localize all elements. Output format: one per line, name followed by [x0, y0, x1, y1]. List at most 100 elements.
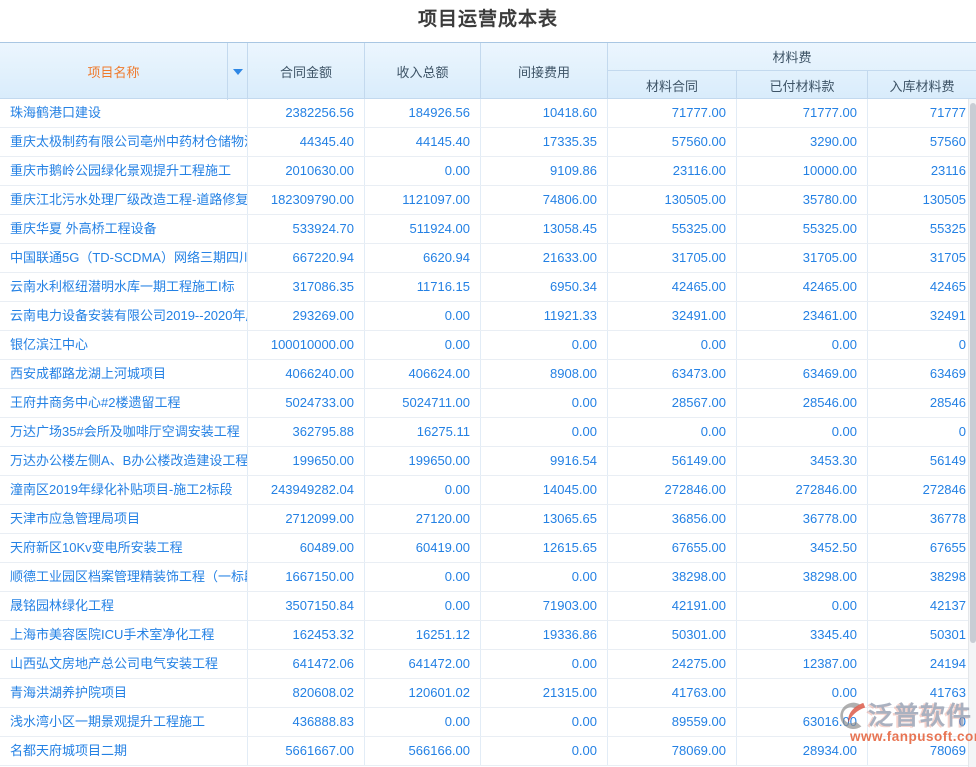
amount-cell: 63469 — [868, 360, 976, 388]
table-row: 天府新区10Kv变电所安装工程60489.0060419.0012615.656… — [0, 534, 976, 563]
amount-cell: 36778.00 — [737, 505, 868, 533]
amount-cell: 28546 — [868, 389, 976, 417]
amount-cell: 1667150.00 — [248, 563, 365, 591]
amount-cell: 13058.45 — [481, 215, 608, 243]
amount-cell: 199650.00 — [365, 447, 481, 475]
amount-cell: 317086.35 — [248, 273, 365, 301]
amount-cell: 820608.02 — [248, 679, 365, 707]
amount-cell: 42465.00 — [737, 273, 868, 301]
amount-cell: 0 — [868, 418, 976, 446]
table-row: 重庆江北污水处理厂级改造工程-道路修复182309790.001121097.0… — [0, 186, 976, 215]
amount-cell: 272846.00 — [737, 476, 868, 504]
table-row: 上海市美容医院ICU手术室净化工程162453.3216251.1219336.… — [0, 621, 976, 650]
table-row: 万达广场35#会所及咖啡厅空调安装工程362795.8816275.110.00… — [0, 418, 976, 447]
column-header-material-contract: 材料合同 — [608, 71, 737, 100]
project-name-link[interactable]: 浅水湾小区一期景观提升工程施工 — [0, 708, 248, 736]
table-row: 山西弘文房地产总公司电气安装工程641472.06641472.000.0024… — [0, 650, 976, 679]
amount-cell: 436888.83 — [248, 708, 365, 736]
project-name-link[interactable]: 西安成都路龙湖上河城项目 — [0, 360, 248, 388]
amount-cell: 36856.00 — [608, 505, 737, 533]
table-row: 浅水湾小区一期景观提升工程施工436888.830.000.0089559.00… — [0, 708, 976, 737]
table-row: 珠海鹤港口建设2382256.56184926.5610418.6071777.… — [0, 99, 976, 128]
amount-cell: 71903.00 — [481, 592, 608, 620]
table-row: 晟铭园林绿化工程3507150.840.0071903.0042191.000.… — [0, 592, 976, 621]
amount-cell: 42465.00 — [608, 273, 737, 301]
project-name-link[interactable]: 名都天府城项目二期 — [0, 737, 248, 765]
project-name-link[interactable]: 银亿滨江中心 — [0, 331, 248, 359]
amount-cell: 56149.00 — [608, 447, 737, 475]
amount-cell: 4066240.00 — [248, 360, 365, 388]
amount-cell: 23461.00 — [737, 302, 868, 330]
amount-cell: 89559.00 — [608, 708, 737, 736]
table-row: 重庆太极制药有限公司亳州中药材仓储物流44345.4044145.4017335… — [0, 128, 976, 157]
amount-cell: 67655.00 — [608, 534, 737, 562]
project-name-link[interactable]: 珠海鹤港口建设 — [0, 99, 248, 127]
amount-cell: 566166.00 — [365, 737, 481, 765]
vertical-scrollbar-thumb[interactable] — [970, 103, 976, 643]
column-header-contract-amount: 合同金额 — [248, 43, 365, 100]
project-name-link[interactable]: 重庆太极制药有限公司亳州中药材仓储物流 — [0, 128, 248, 156]
amount-cell: 1121097.00 — [365, 186, 481, 214]
project-name-link[interactable]: 王府井商务中心#2楼遗留工程 — [0, 389, 248, 417]
amount-cell: 31705.00 — [737, 244, 868, 272]
amount-cell: 406624.00 — [365, 360, 481, 388]
amount-cell: 0.00 — [365, 302, 481, 330]
column-filter-dropdown[interactable] — [228, 43, 248, 100]
amount-cell: 9916.54 — [481, 447, 608, 475]
project-name-link[interactable]: 中国联通5G（TD-SCDMA）网络三期四川 — [0, 244, 248, 272]
vertical-scrollbar-track[interactable] — [968, 99, 976, 767]
column-header-total-income: 收入总额 — [365, 43, 481, 100]
amount-cell: 0.00 — [481, 563, 608, 591]
amount-cell: 100010000.00 — [248, 331, 365, 359]
chevron-down-icon[interactable] — [233, 69, 243, 75]
amount-cell: 41763 — [868, 679, 976, 707]
amount-cell: 5661667.00 — [248, 737, 365, 765]
table-row: 顺德工业园区档案管理精装饰工程（一标段1667150.000.000.00382… — [0, 563, 976, 592]
amount-cell: 0.00 — [608, 418, 737, 446]
table-row: 重庆市鹅岭公园绿化景观提升工程施工2010630.000.009109.8623… — [0, 157, 976, 186]
project-name-link[interactable]: 青海洪湖养护院项目 — [0, 679, 248, 707]
amount-cell: 44345.40 — [248, 128, 365, 156]
amount-cell: 63473.00 — [608, 360, 737, 388]
project-name-link[interactable]: 云南水利枢纽潜明水库一期工程施工I标 — [0, 273, 248, 301]
amount-cell: 78069.00 — [608, 737, 737, 765]
amount-cell: 0.00 — [481, 737, 608, 765]
project-name-link[interactable]: 晟铭园林绿化工程 — [0, 592, 248, 620]
amount-cell: 28546.00 — [737, 389, 868, 417]
amount-cell: 3452.50 — [737, 534, 868, 562]
amount-cell: 38298 — [868, 563, 976, 591]
amount-cell: 44145.40 — [365, 128, 481, 156]
project-name-link[interactable]: 重庆华夏 外高桥工程设备 — [0, 215, 248, 243]
project-name-link[interactable]: 天津市应急管理局项目 — [0, 505, 248, 533]
project-name-link[interactable]: 重庆市鹅岭公园绿化景观提升工程施工 — [0, 157, 248, 185]
amount-cell: 24275.00 — [608, 650, 737, 678]
project-name-link[interactable]: 万达广场35#会所及咖啡厅空调安装工程 — [0, 418, 248, 446]
project-name-link[interactable]: 云南电力设备安装有限公司2019--2020年度 — [0, 302, 248, 330]
amount-cell: 31705 — [868, 244, 976, 272]
column-header-project-name: 项目名称 — [0, 43, 228, 100]
amount-cell: 0.00 — [737, 418, 868, 446]
amount-cell: 35780.00 — [737, 186, 868, 214]
amount-cell: 667220.94 — [248, 244, 365, 272]
amount-cell: 38298.00 — [737, 563, 868, 591]
amount-cell: 56149 — [868, 447, 976, 475]
amount-cell: 130505.00 — [608, 186, 737, 214]
project-name-link[interactable]: 重庆江北污水处理厂级改造工程-道路修复 — [0, 186, 248, 214]
amount-cell: 0.00 — [737, 679, 868, 707]
amount-cell: 0.00 — [481, 418, 608, 446]
amount-cell: 57560.00 — [608, 128, 737, 156]
project-name-link[interactable]: 上海市美容医院ICU手术室净化工程 — [0, 621, 248, 649]
project-name-link[interactable]: 万达办公楼左侧A、B办公楼改造建设工程 — [0, 447, 248, 475]
amount-cell: 511924.00 — [365, 215, 481, 243]
amount-cell: 0 — [868, 708, 976, 736]
amount-cell: 6620.94 — [365, 244, 481, 272]
project-name-link[interactable]: 潼南区2019年绿化补贴项目-施工2标段 — [0, 476, 248, 504]
project-name-link[interactable]: 顺德工业园区档案管理精装饰工程（一标段 — [0, 563, 248, 591]
project-name-link[interactable]: 天府新区10Kv变电所安装工程 — [0, 534, 248, 562]
amount-cell: 28567.00 — [608, 389, 737, 417]
amount-cell: 24194 — [868, 650, 976, 678]
amount-cell: 0 — [868, 331, 976, 359]
amount-cell: 5024711.00 — [365, 389, 481, 417]
project-name-link[interactable]: 山西弘文房地产总公司电气安装工程 — [0, 650, 248, 678]
amount-cell: 0.00 — [481, 389, 608, 417]
